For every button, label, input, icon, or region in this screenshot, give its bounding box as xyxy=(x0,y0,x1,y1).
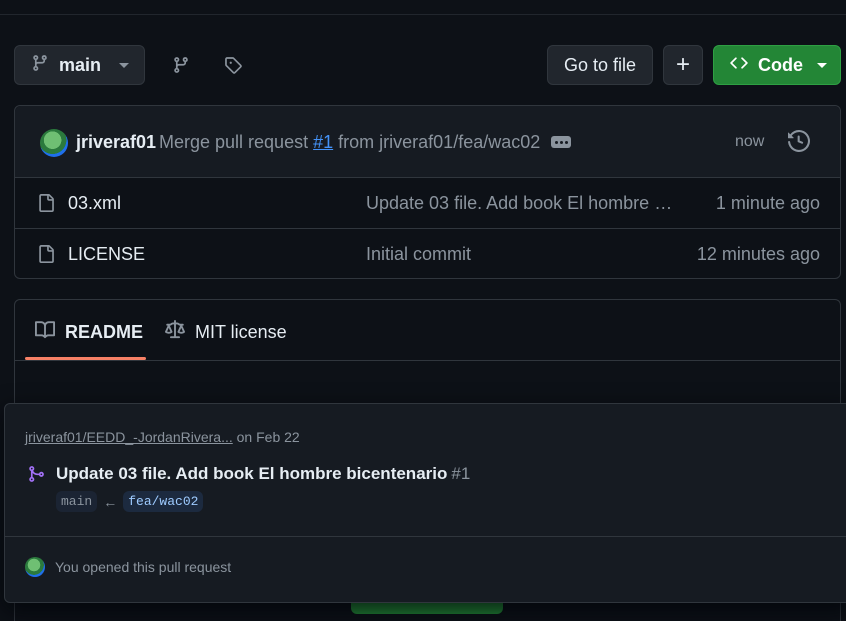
hovercard-title-text: Update 03 file. Add book El hombre bicen… xyxy=(56,464,448,483)
hovercard-footer: You opened this pull request xyxy=(25,557,231,577)
file-commit-message[interactable]: Initial commit xyxy=(366,244,676,265)
book-icon xyxy=(35,320,56,345)
plus-icon: + xyxy=(675,51,690,78)
hovercard-repo-link[interactable]: jriveraf01/EEDD_-JordanRivera... xyxy=(25,429,233,445)
branch-selector-button[interactable]: main xyxy=(14,45,145,85)
file-icon xyxy=(37,193,55,218)
file-name[interactable]: 03.xml xyxy=(68,193,121,214)
file-commit-message[interactable]: Update 03 file. Add book El hombre bicen… xyxy=(366,193,676,214)
hovercard-date: on Feb 22 xyxy=(236,429,300,445)
tab-readme-label: README xyxy=(65,322,144,342)
branch-label: main xyxy=(59,54,102,75)
arrow-left-icon: ← xyxy=(103,493,118,510)
active-tab-indicator xyxy=(25,357,146,360)
file-icon xyxy=(37,244,55,269)
commit-message-suffix: from jriveraf01/fea/wac02 xyxy=(338,132,541,152)
file-list: jriveraf01 Merge pull request #1 from jr… xyxy=(14,105,841,279)
avatar[interactable] xyxy=(40,129,68,157)
base-branch-tag[interactable]: main xyxy=(56,491,98,512)
code-icon xyxy=(730,54,748,77)
commit-pr-link[interactable]: #1 xyxy=(313,132,333,152)
code-button[interactable]: Code xyxy=(713,45,841,85)
tab-license-label: MIT license xyxy=(195,322,287,342)
pull-request-hovercard: jriveraf01/EEDD_-JordanRivera... on Feb … xyxy=(4,403,846,603)
chevron-down-icon xyxy=(119,62,130,68)
hovercard-pr-number: #1 xyxy=(451,464,471,483)
git-branch-icon xyxy=(31,54,49,77)
head-branch-tag[interactable]: fea/wac02 xyxy=(123,491,204,512)
ellipsis-icon[interactable] xyxy=(551,136,571,148)
hovercard-footer-text: You opened this pull request xyxy=(55,559,232,575)
header-divider xyxy=(0,14,846,15)
commit-author[interactable]: jriveraf01 xyxy=(76,132,156,153)
hovercard-repo-line: jriveraf01/EEDD_-JordanRivera... on Feb … xyxy=(25,429,300,445)
history-icon[interactable] xyxy=(788,129,811,157)
law-icon xyxy=(165,320,185,345)
file-commit-time: 1 minute ago xyxy=(715,193,820,213)
tab-license[interactable]: MIT license xyxy=(165,320,287,345)
table-row: LICENSE Initial commit 12 minutes ago xyxy=(15,229,840,280)
commit-time: now xyxy=(735,133,765,150)
file-commit-time: 12 minutes ago xyxy=(696,244,820,264)
tag-icon[interactable] xyxy=(222,54,244,76)
add-file-button[interactable]: + xyxy=(663,45,703,85)
avatar xyxy=(25,557,45,577)
code-label: Code xyxy=(758,54,803,75)
hovercard-branches: main ← fea/wac02 xyxy=(56,491,204,512)
branches-icon[interactable] xyxy=(170,54,192,76)
readme-tab-bar: README MIT license xyxy=(15,300,840,361)
commit-message-prefix: Merge pull request xyxy=(159,132,309,152)
commit-message[interactable]: Merge pull request #1 from jriveraf01/fe… xyxy=(159,132,540,153)
hovercard-divider xyxy=(5,536,846,537)
tab-readme[interactable]: README xyxy=(35,320,143,345)
hovercard-title[interactable]: Update 03 file. Add book El hombre bicen… xyxy=(56,464,470,484)
chevron-down-icon xyxy=(817,62,827,68)
latest-commit-row: jriveraf01 Merge pull request #1 from jr… xyxy=(15,106,840,178)
go-to-file-button[interactable]: Go to file xyxy=(547,45,653,85)
git-merge-icon xyxy=(27,465,45,488)
file-name[interactable]: LICENSE xyxy=(68,244,145,265)
table-row: 03.xml Update 03 file. Add book El hombr… xyxy=(15,178,840,229)
